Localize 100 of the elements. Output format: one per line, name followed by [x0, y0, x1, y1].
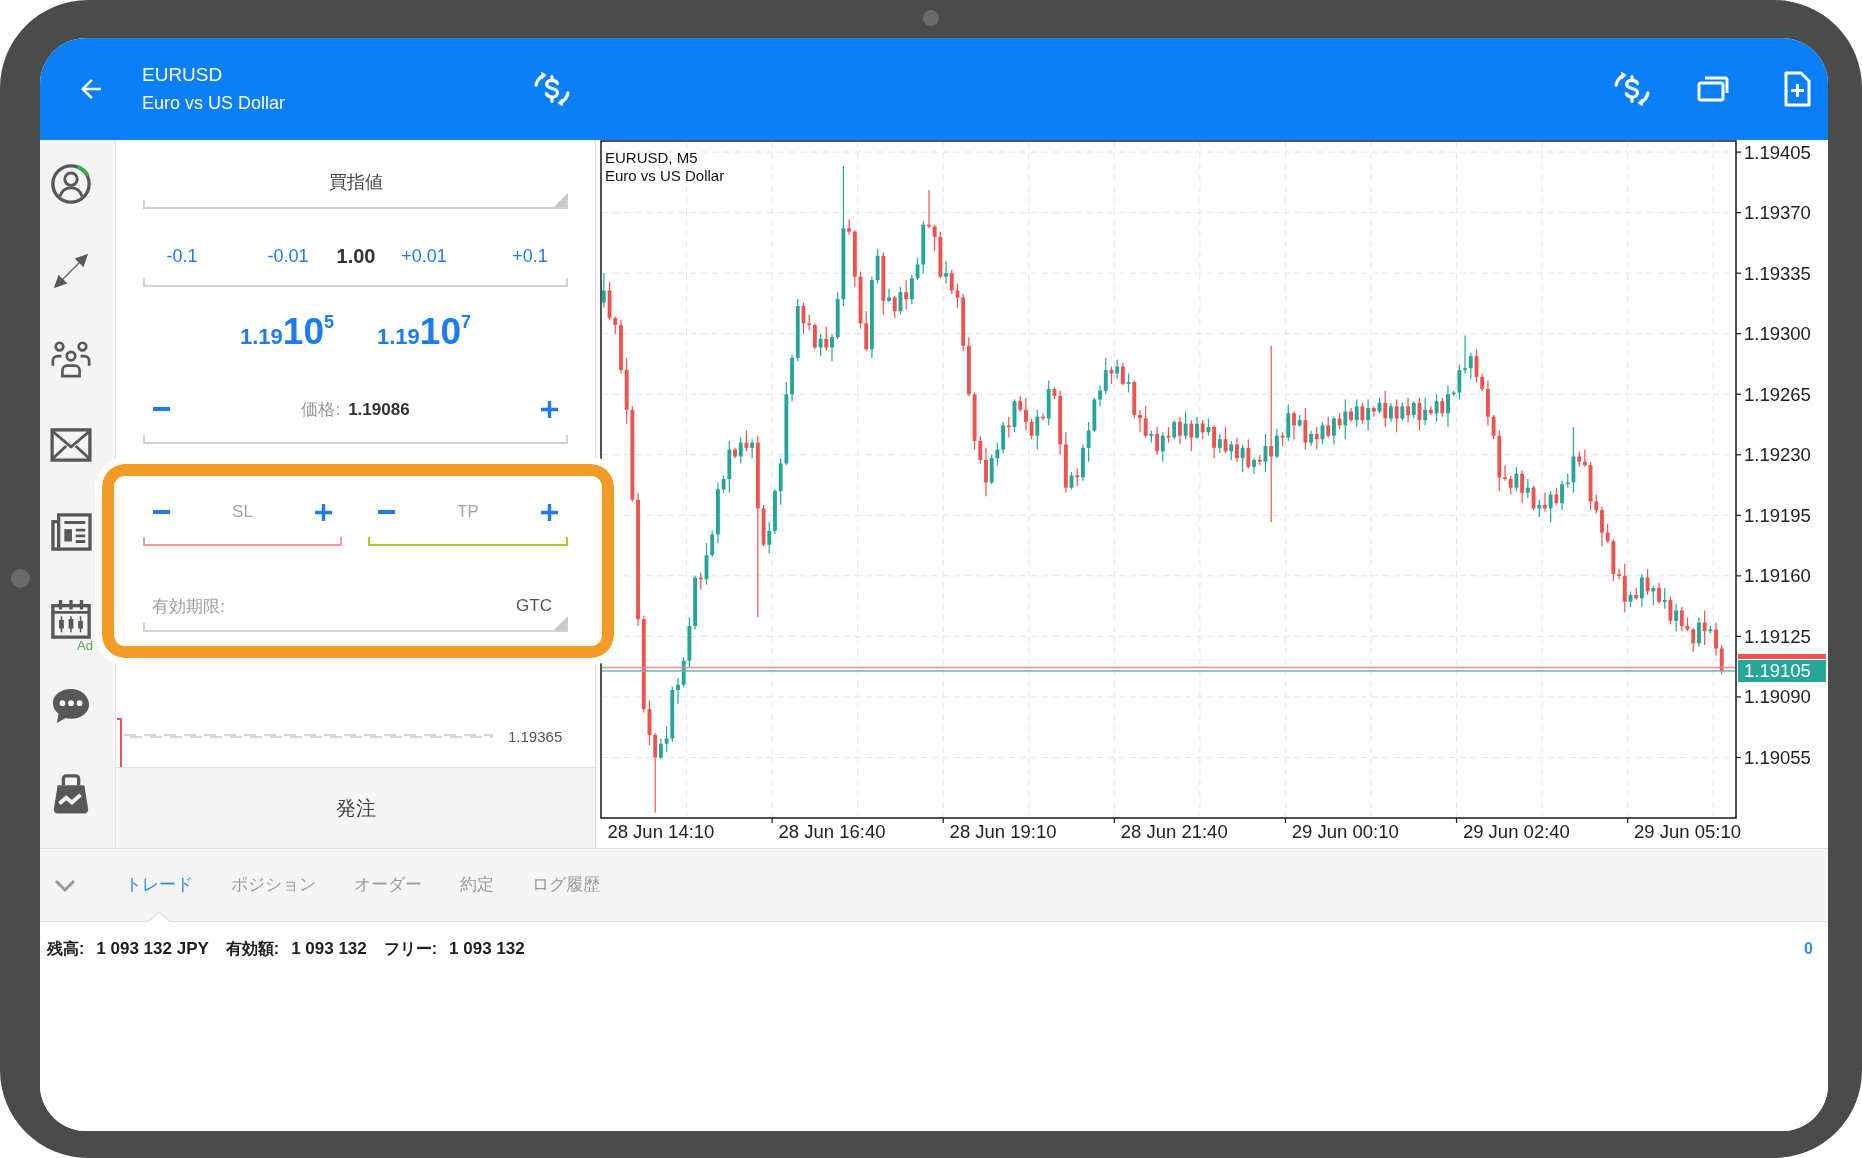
- price-axis-label: 1.19370: [1744, 202, 1811, 224]
- candlestick: [1651, 585, 1656, 606]
- candlestick: [1645, 568, 1650, 596]
- price-axis-label: 1.19335: [1744, 262, 1811, 284]
- candlestick: [1195, 416, 1199, 440]
- price-axis-label: 1.19265: [1744, 383, 1811, 405]
- candlestick: [1491, 414, 1496, 440]
- candlestick: [1674, 602, 1679, 632]
- chart-description-label: Euro vs US Dollar: [605, 167, 725, 184]
- ask-price: 1.1910$^{7}$: [377, 310, 471, 353]
- price-level-label: 1.19365: [508, 728, 563, 745]
- candlestick: [1269, 345, 1274, 523]
- plus-icon[interactable]: [541, 503, 558, 521]
- candlestick: [1668, 596, 1673, 625]
- bid-price: 1.1910$^{5}$: [240, 310, 334, 353]
- candlestick: [1719, 644, 1724, 676]
- time-axis-label: 28 Jun 19:10: [949, 821, 1057, 842]
- price-axis-label: 1.19055: [1744, 747, 1811, 768]
- candlestick: [1217, 433, 1222, 454]
- candlestick: [1252, 457, 1256, 475]
- candlestick: [738, 436, 743, 465]
- order-type-dropdown[interactable]: 買指値: [143, 157, 568, 209]
- candlestick: [1440, 397, 1445, 418]
- candlestick: [1389, 402, 1393, 423]
- dollar-exchange-icon[interactable]: [1612, 69, 1652, 109]
- panel-tab[interactable]: オーダー: [335, 849, 441, 921]
- candlestick: [767, 521, 772, 554]
- chat-icon[interactable]: [50, 686, 92, 725]
- account-icon[interactable]: [50, 162, 92, 205]
- candlestick: [1314, 426, 1319, 451]
- expiration-dropdown[interactable]: 有効期限: GTC: [143, 582, 568, 632]
- chevron-down-icon[interactable]: [54, 878, 76, 892]
- candlestick: [1354, 398, 1359, 428]
- dollar-exchange-icon[interactable]: [532, 69, 572, 109]
- current-price-tag: 1.19105: [1738, 660, 1826, 682]
- candlestick: [1160, 431, 1165, 463]
- ad-label: Ad: [77, 638, 93, 653]
- candlestick: [887, 288, 891, 304]
- candlestick: [1326, 416, 1331, 439]
- candlestick: [1503, 464, 1507, 482]
- candlestick: [1212, 424, 1217, 459]
- volume-field[interactable]: -0.1 -0.01 1.00 +0.01 +0.1: [143, 227, 568, 287]
- candlestick: [1155, 426, 1160, 456]
- candlestick: [1679, 606, 1684, 632]
- price-field[interactable]: 価格: 1.19086: [143, 376, 568, 444]
- candlestick: [1292, 410, 1296, 440]
- candlestick: [1508, 474, 1513, 496]
- volume-step-button[interactable]: +0.01: [401, 245, 447, 267]
- price-axis-label: 1.19230: [1744, 444, 1811, 466]
- candlestick: [1360, 402, 1365, 425]
- candlestick: [1229, 440, 1234, 461]
- account-value: 1 093 132: [449, 939, 525, 959]
- candlestick: [847, 218, 852, 236]
- candlestick: [1406, 397, 1410, 423]
- candlestick: [1383, 390, 1388, 428]
- news-icon[interactable]: [50, 512, 92, 551]
- stop-loss-stepper[interactable]: SL: [143, 480, 342, 546]
- dropdown-corner-icon: [554, 193, 568, 207]
- price-axis-label: 1.19300: [1744, 323, 1811, 345]
- panel-tab[interactable]: トレード: [106, 849, 212, 921]
- account-label: フリー:: [383, 938, 438, 959]
- plus-icon[interactable]: [541, 400, 558, 418]
- candlestick: [1714, 621, 1718, 657]
- volume-step-button[interactable]: -0.1: [166, 245, 198, 267]
- candlestick: [1662, 587, 1667, 610]
- panel-tab[interactable]: ポジション: [212, 849, 335, 921]
- volume-value: 1.00: [336, 244, 376, 268]
- volume-step-button[interactable]: -0.01: [267, 245, 309, 267]
- candlestick: [1525, 478, 1530, 499]
- candlestick: [1274, 428, 1279, 459]
- price-axis-label: 1.19160: [1744, 565, 1811, 587]
- candlestick: [1138, 409, 1142, 433]
- candlestick: [1600, 506, 1604, 548]
- candlestick: [818, 333, 823, 357]
- panel-tab[interactable]: ログ履歴: [513, 849, 619, 921]
- mail-icon[interactable]: [50, 427, 92, 462]
- symbol-description: Euro vs US Dollar: [142, 92, 286, 115]
- candlestick: [1428, 405, 1433, 416]
- volume-step-button[interactable]: +0.1: [512, 245, 548, 267]
- candlestick: [1183, 410, 1188, 440]
- panel-tab[interactable]: 約定: [441, 849, 513, 921]
- candlestick: [1560, 480, 1564, 511]
- candlestick: [664, 725, 669, 753]
- place-order-button[interactable]: 発注: [116, 767, 595, 848]
- candlestick: [601, 272, 606, 309]
- candlestick: [1086, 421, 1091, 463]
- take-profit-field[interactable]: TP: [443, 502, 493, 522]
- candlestick: [1514, 466, 1519, 492]
- candlestick: [1434, 393, 1439, 423]
- candlestick: [1103, 357, 1108, 395]
- candlestick: [1189, 419, 1194, 452]
- stop-loss-field[interactable]: SL: [217, 502, 268, 522]
- plus-icon[interactable]: [315, 503, 332, 521]
- side-dot-icon: [11, 569, 30, 588]
- candlestick: [824, 326, 829, 352]
- price-axis-label: 1.19125: [1744, 625, 1811, 647]
- candlestick: [1035, 409, 1040, 451]
- calendar-icon[interactable]: [50, 597, 92, 640]
- take-profit-stepper[interactable]: TP: [368, 480, 568, 546]
- candlestick: [1457, 364, 1462, 401]
